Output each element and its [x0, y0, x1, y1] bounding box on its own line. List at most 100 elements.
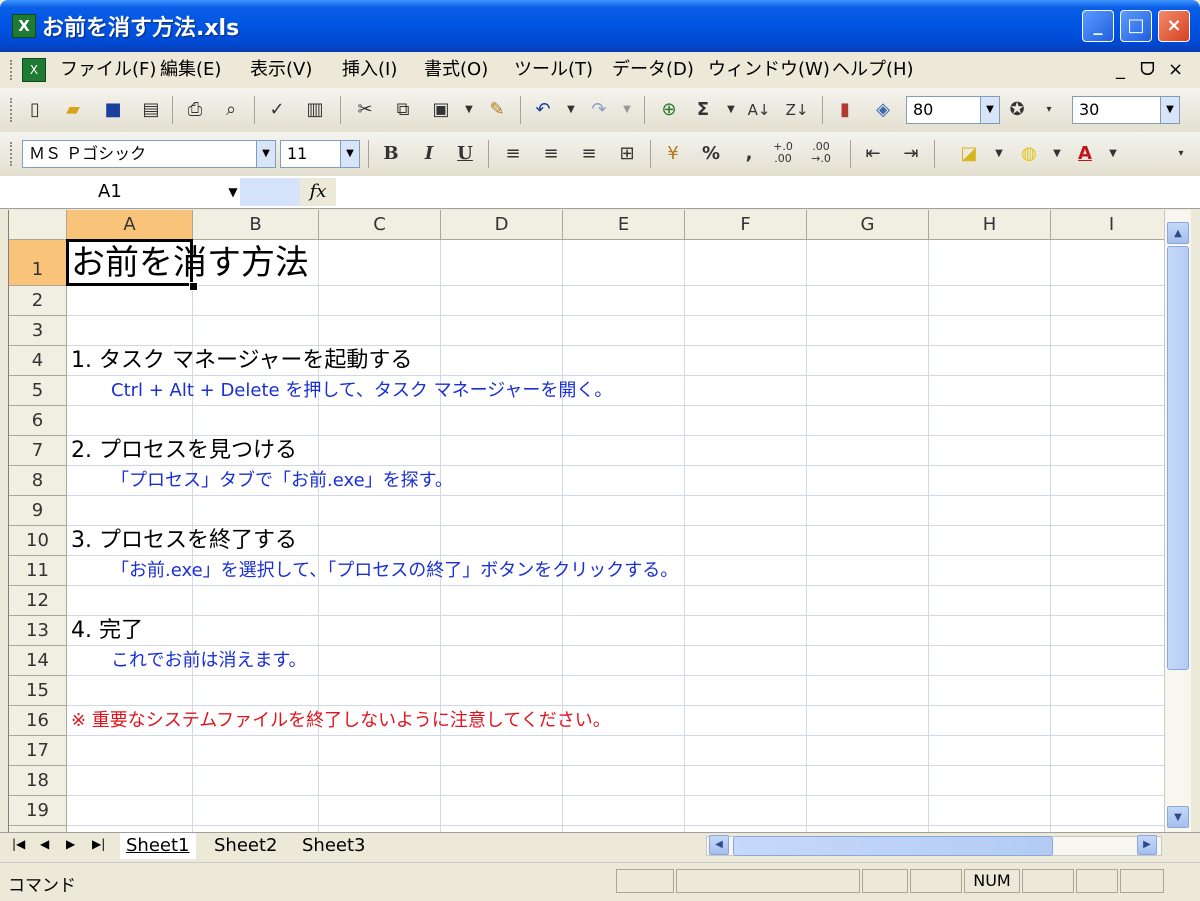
percent-button[interactable]: %: [698, 141, 724, 167]
extra-combo[interactable]: 30 ▼: [1072, 96, 1180, 124]
menu-tools[interactable]: ツール(T): [514, 58, 593, 82]
row-header-9[interactable]: 9: [9, 496, 67, 526]
chevron-down-icon[interactable]: ▼: [256, 141, 275, 167]
column-header-b[interactable]: B: [193, 210, 319, 240]
menu-insert[interactable]: 挿入(I): [342, 58, 397, 82]
row-header-12[interactable]: 12: [9, 586, 67, 616]
menu-data[interactable]: データ(D): [612, 58, 694, 82]
next-sheet-icon[interactable]: ▶: [66, 837, 75, 851]
scroll-thumb[interactable]: [1167, 246, 1189, 670]
menu-view[interactable]: 表示(V): [250, 58, 312, 82]
chevron-down-icon[interactable]: ▼: [558, 97, 584, 123]
column-header-a[interactable]: A: [67, 210, 193, 240]
font-size-combo[interactable]: 11 ▼: [280, 140, 360, 168]
chevron-down-icon[interactable]: ▼: [1160, 97, 1179, 123]
sort-ascending-icon[interactable]: A↓: [746, 97, 772, 123]
column-header-h[interactable]: H: [929, 210, 1051, 240]
scroll-down-icon[interactable]: ▼: [1167, 806, 1189, 828]
column-header-i[interactable]: I: [1051, 210, 1165, 240]
chevron-down-icon[interactable]: ▼: [718, 97, 744, 123]
chevron-down-icon[interactable]: ▼: [1044, 141, 1070, 167]
document-icon[interactable]: X: [22, 58, 46, 82]
vertical-scrollbar[interactable]: ▲ ▼: [1164, 210, 1191, 832]
redo-icon[interactable]: ↷: [586, 97, 612, 123]
italic-button[interactable]: I: [416, 141, 442, 167]
cell-a11[interactable]: 「お前.exe」を選択して、「プロセスの終了」ボタンをクリックする。: [111, 556, 678, 586]
open-icon[interactable]: ▰: [60, 97, 86, 123]
prev-sheet-icon[interactable]: ◀: [40, 837, 49, 851]
cut-icon[interactable]: ✂: [352, 97, 378, 123]
undo-icon[interactable]: ↶: [530, 97, 556, 123]
column-header-g[interactable]: G: [807, 210, 929, 240]
toolbar-options-icon[interactable]: ▾: [1036, 97, 1062, 123]
name-box[interactable]: A1 ▼: [8, 179, 240, 205]
drawing-icon[interactable]: ◈: [870, 97, 896, 123]
row-header-7[interactable]: 7: [9, 436, 67, 466]
maximize-button[interactable]: □: [1120, 10, 1152, 42]
font-name-combo[interactable]: ＭＳ Ｐゴシック ▼: [22, 140, 276, 168]
column-header-e[interactable]: E: [563, 210, 685, 240]
last-sheet-icon[interactable]: ▶|: [92, 837, 105, 851]
tab-sheet1[interactable]: Sheet1: [120, 833, 196, 859]
row-header-17[interactable]: 17: [9, 736, 67, 766]
increase-decimal-button[interactable]: +.0 .00: [770, 141, 796, 167]
decrease-decimal-button[interactable]: .00 →.0: [808, 141, 834, 167]
chart-wizard-icon[interactable]: ▮: [832, 97, 858, 123]
fill-color-icon[interactable]: ◍: [1016, 141, 1042, 167]
row-header-2[interactable]: 2: [9, 286, 67, 316]
row-header-15[interactable]: 15: [9, 676, 67, 706]
increase-indent-icon[interactable]: ⇥: [898, 141, 924, 167]
h-scroll-thumb[interactable]: [733, 836, 1053, 856]
chevron-down-icon[interactable]: ▼: [980, 97, 999, 123]
save-icon[interactable]: ■: [100, 97, 126, 123]
row-header-1[interactable]: 1: [9, 240, 67, 286]
paste-icon[interactable]: ▣: [428, 97, 454, 123]
minimize-button[interactable]: _: [1082, 10, 1114, 42]
menu-grip[interactable]: [10, 60, 16, 80]
row-header-11[interactable]: 11: [9, 556, 67, 586]
cell-a8[interactable]: 「プロセス」タブで「お前.exe」を探す。: [111, 466, 453, 496]
scroll-up-icon[interactable]: ▲: [1167, 222, 1189, 244]
tab-sheet3[interactable]: Sheet3: [296, 833, 372, 859]
horizontal-scrollbar[interactable]: ◀ ▶: [706, 835, 1162, 856]
help-icon[interactable]: ✪: [1004, 97, 1030, 123]
menu-format[interactable]: 書式(O): [424, 58, 488, 82]
chevron-down-icon[interactable]: ▼: [1100, 141, 1126, 167]
underline-button[interactable]: U: [452, 141, 478, 167]
toolbar-grip[interactable]: [10, 98, 16, 122]
menu-file[interactable]: ファイル(F): [60, 58, 156, 82]
row-header-4[interactable]: 4: [9, 346, 67, 376]
column-header-f[interactable]: F: [685, 210, 807, 240]
doc-close-button[interactable]: ×: [1168, 58, 1183, 82]
row-header-10[interactable]: 10: [9, 526, 67, 556]
insert-function-button[interactable]: fx: [300, 178, 336, 206]
cell-a13[interactable]: 4. 完了: [71, 616, 143, 646]
row-header-5[interactable]: 5: [9, 376, 67, 406]
menu-window[interactable]: ウィンドウ(W): [708, 58, 830, 82]
doc-minimize-button[interactable]: _: [1116, 58, 1125, 82]
cell-a5[interactable]: Ctrl + Alt + Delete を押して、タスク マネージャーを開く。: [111, 376, 612, 406]
menu-help[interactable]: ヘルプ(H): [832, 58, 914, 82]
align-right-icon[interactable]: ≡: [576, 141, 602, 167]
chevron-down-icon[interactable]: ▼: [986, 141, 1012, 167]
scroll-left-icon[interactable]: ◀: [709, 835, 729, 855]
copy-icon[interactable]: ⧉: [390, 97, 416, 123]
research-icon[interactable]: ▥: [302, 97, 328, 123]
spreadsheet-grid[interactable]: ABCDEFGHI1234567891011121314151617181920…: [8, 210, 1165, 832]
cell-a4[interactable]: 1. タスク マネージャーを起動する: [71, 346, 412, 376]
permission-icon[interactable]: ▤: [138, 97, 164, 123]
currency-icon[interactable]: ¥: [660, 141, 686, 167]
column-header-d[interactable]: D: [441, 210, 563, 240]
row-header-19[interactable]: 19: [9, 796, 67, 826]
borders-icon[interactable]: ◪: [956, 141, 982, 167]
chevron-down-icon[interactable]: ▼: [456, 97, 482, 123]
autosum-icon[interactable]: Σ: [690, 97, 716, 123]
cell-a7[interactable]: 2. プロセスを見つける: [71, 436, 297, 466]
row-header-8[interactable]: 8: [9, 466, 67, 496]
row-header-16[interactable]: 16: [9, 706, 67, 736]
row-header-6[interactable]: 6: [9, 406, 67, 436]
align-center-icon[interactable]: ≡: [538, 141, 564, 167]
toolbar-options-icon[interactable]: ▾: [1168, 141, 1194, 167]
excel-icon[interactable]: X: [12, 14, 36, 38]
print-preview-icon[interactable]: ⌕: [218, 97, 244, 123]
